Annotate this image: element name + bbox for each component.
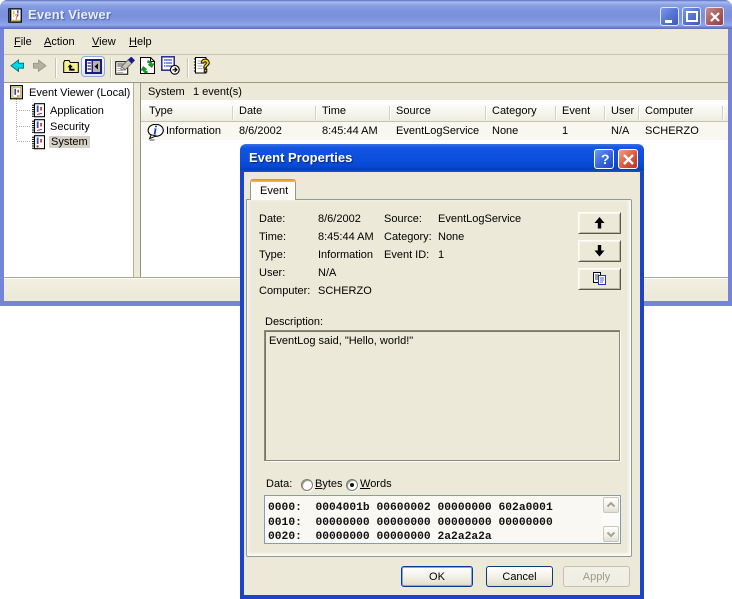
svg-text:i: i <box>153 124 157 138</box>
svg-text:?: ? <box>15 14 19 22</box>
